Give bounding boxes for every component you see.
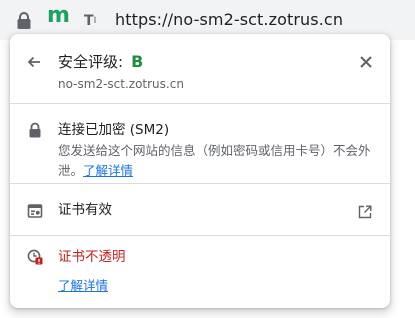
connection-description: 您发送给这个网站的信息（例如密码或信用卡号）不会外泄。了解详情	[58, 141, 376, 181]
close-icon[interactable]	[356, 52, 376, 72]
security-grade: B	[131, 52, 144, 71]
popup-title: 安全评级: B	[58, 51, 143, 73]
external-link-icon	[358, 204, 372, 219]
certificate-icon	[27, 203, 43, 219]
url-text[interactable]: https://no-sm2-sct.zotrus.cn	[115, 9, 343, 31]
lock-icon	[27, 122, 43, 138]
back-arrow-icon[interactable]	[24, 52, 44, 72]
site-domain: no-sm2-sct.zotrus.cn	[58, 77, 184, 91]
site-info-popup: 安全评级: B no-sm2-sct.zotrus.cn 连接已加密 (SM2) …	[10, 34, 390, 308]
tt-icon-sub: I	[93, 16, 97, 26]
lock-icon[interactable]	[17, 11, 31, 31]
extension-m-logo-icon[interactable]: m	[47, 3, 70, 28]
learn-more-container: 了解详情	[58, 276, 108, 296]
divider	[10, 235, 390, 236]
certificate-valid-label: 证书有效	[58, 202, 112, 218]
certificate-not-transparent-label: 证书不透明	[58, 249, 126, 265]
tt-icon[interactable]: TI	[84, 11, 96, 31]
divider	[10, 183, 390, 184]
learn-more-link[interactable]: 了解详情	[58, 278, 108, 293]
cert-warning-icon	[27, 249, 43, 265]
security-rating-label: 安全评级:	[58, 53, 124, 71]
tt-icon-letter: T	[84, 13, 94, 29]
learn-more-link[interactable]: 了解详情	[83, 163, 133, 178]
connection-status-title: 连接已加密 (SM2)	[58, 122, 170, 138]
divider	[10, 103, 390, 104]
